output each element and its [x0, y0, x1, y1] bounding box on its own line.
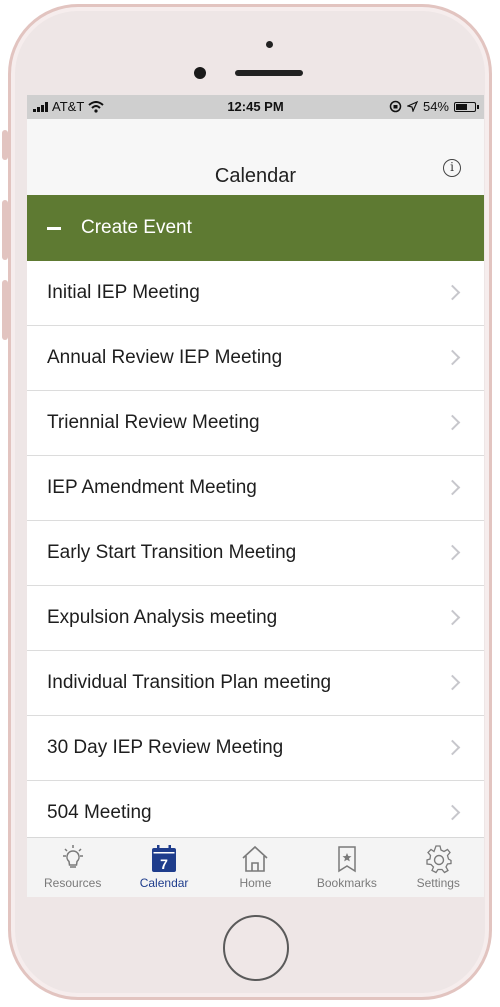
- list-item-label: IEP Amendment Meeting: [47, 477, 257, 498]
- list-item[interactable]: Triennial Review Meeting: [27, 391, 484, 456]
- status-bar: AT&T 12:45 PM 54%: [27, 95, 484, 119]
- home-icon: [242, 845, 269, 872]
- battery-percent: 54%: [422, 99, 449, 114]
- chevron-right-icon: [444, 674, 461, 691]
- tab-bookmarks[interactable]: Bookmarks: [301, 838, 392, 897]
- list-item-label: Early Start Transition Meeting: [47, 542, 297, 563]
- volume-down-button: [2, 280, 8, 340]
- tab-label: Home: [239, 876, 272, 890]
- chevron-right-icon: [444, 544, 461, 561]
- list-item[interactable]: 30 Day IEP Review Meeting: [27, 716, 484, 781]
- list-item[interactable]: Expulsion Analysis meeting: [27, 586, 484, 651]
- tab-label: Bookmarks: [316, 876, 377, 890]
- chevron-right-icon: [444, 739, 461, 756]
- earpiece-speaker: [235, 70, 303, 76]
- create-event-label: Create Event: [81, 217, 192, 238]
- list-item[interactable]: IEP Amendment Meeting: [27, 456, 484, 521]
- event-type-list: Initial IEP Meeting Annual Review IEP Me…: [27, 261, 484, 846]
- battery-icon: [454, 101, 479, 112]
- tab-bar: Resources 7 Calendar Home Bookmarks Sett…: [27, 837, 484, 897]
- gear-icon: [426, 845, 452, 874]
- list-item[interactable]: Annual Review IEP Meeting: [27, 326, 484, 391]
- tab-settings[interactable]: Settings: [393, 838, 484, 897]
- list-item-label: Initial IEP Meeting: [47, 282, 200, 303]
- chevron-right-icon: [444, 609, 461, 626]
- chevron-right-icon: [444, 349, 461, 366]
- sensor-dot: [266, 41, 273, 48]
- create-event-bar[interactable]: Create Event: [27, 195, 484, 261]
- calendar-badge-number: 7: [160, 856, 168, 872]
- app-screen: AT&T 12:45 PM 54% Calendar i Create Even…: [27, 95, 484, 897]
- tab-calendar[interactable]: 7 Calendar: [119, 838, 210, 897]
- tab-label: Settings: [416, 876, 460, 890]
- calendar-icon: 7: [152, 845, 177, 872]
- list-item-label: 504 Meeting: [47, 802, 152, 823]
- list-item-label: Individual Transition Plan meeting: [47, 672, 332, 693]
- home-button[interactable]: [223, 915, 289, 981]
- list-item-label: 30 Day IEP Review Meeting: [47, 737, 284, 758]
- chevron-right-icon: [444, 284, 461, 301]
- tab-label: Calendar: [139, 876, 189, 890]
- list-item-label: Triennial Review Meeting: [47, 412, 260, 433]
- list-item[interactable]: Initial IEP Meeting: [27, 261, 484, 326]
- tab-label: Resources: [44, 876, 102, 890]
- mute-switch: [2, 130, 8, 160]
- chevron-right-icon: [444, 414, 461, 431]
- status-right: 54%: [389, 99, 479, 114]
- list-item-label: Expulsion Analysis meeting: [47, 607, 278, 628]
- list-item-label: Annual Review IEP Meeting: [47, 347, 283, 368]
- volume-up-button: [2, 200, 8, 260]
- location-icon: [406, 101, 418, 112]
- lightbulb-icon: [62, 845, 83, 868]
- front-camera: [194, 67, 206, 79]
- tab-home[interactable]: Home: [210, 838, 301, 897]
- page-title: Calendar: [214, 165, 297, 187]
- info-icon[interactable]: i: [443, 159, 461, 177]
- bookmark-icon: [338, 846, 356, 873]
- list-item[interactable]: Early Start Transition Meeting: [27, 521, 484, 586]
- chevron-right-icon: [444, 804, 461, 821]
- navigation-bar: Calendar i: [27, 119, 484, 195]
- orientation-lock-icon: [389, 100, 402, 113]
- collapse-minus-icon: [47, 226, 61, 230]
- list-item[interactable]: Individual Transition Plan meeting: [27, 651, 484, 716]
- chevron-right-icon: [444, 479, 461, 496]
- tab-resources[interactable]: Resources: [27, 838, 118, 897]
